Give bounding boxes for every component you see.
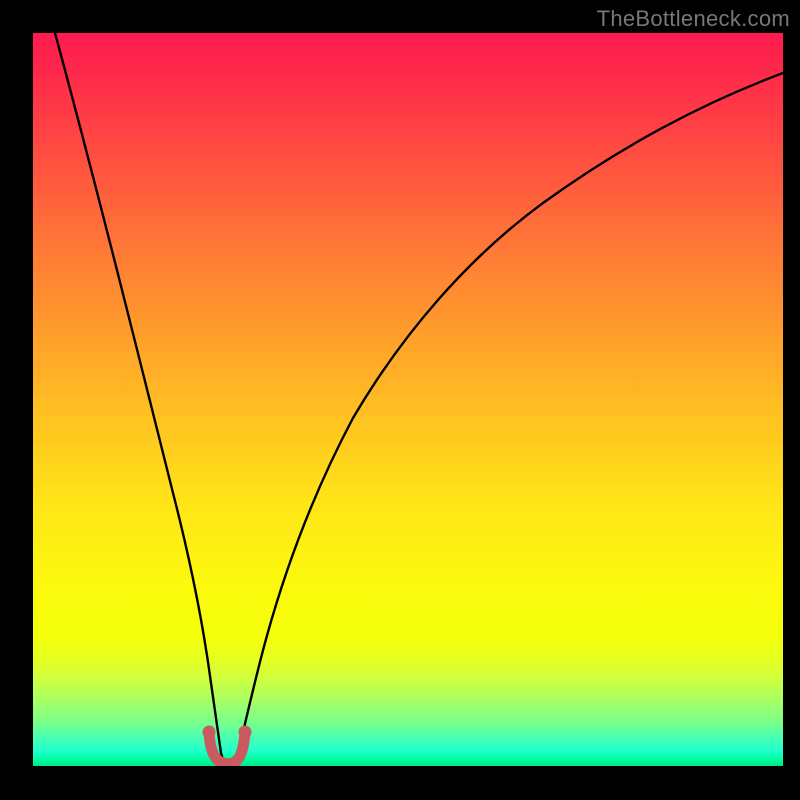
chart-frame: TheBottleneck.com	[0, 0, 800, 800]
plot-area	[33, 33, 783, 766]
highlight-endpoint-left	[203, 726, 216, 739]
bottleneck-curve	[55, 33, 783, 764]
watermark-text: TheBottleneck.com	[597, 6, 790, 32]
highlight-region	[209, 733, 245, 764]
highlight-endpoint-right	[239, 726, 252, 739]
curve-layer	[33, 33, 783, 766]
